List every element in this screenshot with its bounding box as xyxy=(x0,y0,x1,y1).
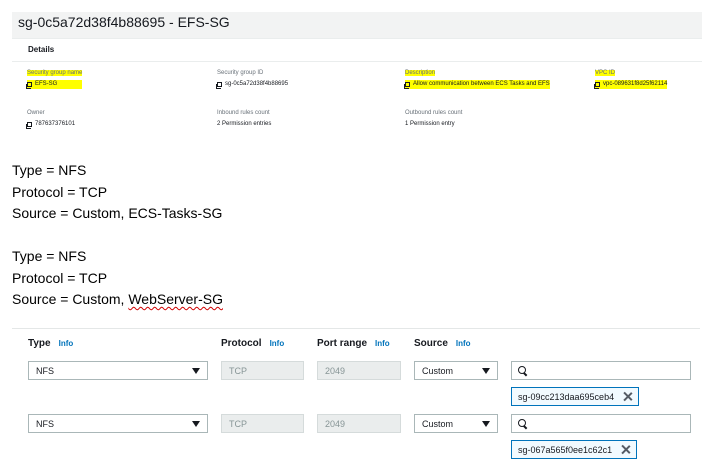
port-range-field: 2049 xyxy=(317,414,401,433)
note-line: Type = NFS xyxy=(12,162,87,178)
type-select[interactable]: NFS xyxy=(28,361,208,380)
note-line: Protocol = TCP xyxy=(12,269,108,286)
info-link[interactable]: Info xyxy=(375,339,390,348)
info-link[interactable]: Info xyxy=(456,339,471,348)
field-label: Security group name xyxy=(27,70,83,76)
field-label: Inbound rules count xyxy=(217,110,270,116)
column-label: Protocol xyxy=(221,338,262,349)
note-line: Type = NFS xyxy=(12,248,87,264)
copy-icon[interactable] xyxy=(404,82,410,89)
source-select[interactable]: Custom xyxy=(414,361,498,380)
field-security-group-name: Security group name EFS-SG xyxy=(26,69,83,89)
vpc-id-link[interactable]: vpc-089631f8d25f62114 xyxy=(603,80,667,89)
port-range-value: 2049 xyxy=(325,365,346,376)
protocol-value: TCP xyxy=(229,365,247,376)
source-token: sg-09cc213daa695ceb4 xyxy=(511,387,640,406)
port-range-value: 2049 xyxy=(325,418,346,429)
protocol-field: TCP xyxy=(221,361,304,380)
protocol-value: TCP xyxy=(229,418,247,429)
copy-icon[interactable] xyxy=(594,82,600,89)
source-token: sg-067a565f0ee1c62c1 xyxy=(511,440,638,459)
search-icon xyxy=(518,419,527,428)
inbound-rules-editor: Type Info Protocol Info Port range Info Sou… xyxy=(12,328,700,468)
note-spacer xyxy=(12,225,223,247)
copy-icon[interactable] xyxy=(26,122,32,129)
info-link[interactable]: Info xyxy=(270,339,285,348)
note-line: Source = Custom, WebServer-SG xyxy=(12,289,223,311)
field-label: Security group ID xyxy=(217,70,264,76)
type-select-value: NFS xyxy=(36,418,54,429)
source-search-input[interactable] xyxy=(511,414,691,433)
note-text: Source = Custom, xyxy=(12,291,129,307)
source-search-input[interactable] xyxy=(511,361,691,380)
field-vpc-id: VPC ID vpc-089631f8d25f62114 xyxy=(594,69,668,89)
security-group-panel: sg-0c5a72d38f4b88695 - EFS-SG Details Se… xyxy=(12,12,702,135)
column-label: Port range xyxy=(317,338,368,349)
page-title: sg-0c5a72d38f4b88695 - EFS-SG xyxy=(18,14,230,30)
caret-down-icon xyxy=(482,421,490,427)
security-group-id-value: sg-0c5a72d38f4b88695 xyxy=(225,81,289,87)
divider xyxy=(12,328,700,329)
field-label: VPC ID xyxy=(595,70,616,76)
source-select-value: Custom xyxy=(422,418,454,429)
note-line: Protocol = TCP xyxy=(12,183,108,200)
type-select[interactable]: NFS xyxy=(28,414,208,433)
token-label: sg-067a565f0ee1c62c1 xyxy=(518,444,613,455)
field-security-group-id: Security group ID sg-0c5a72d38f4b88695 xyxy=(216,69,289,89)
field-label: Outbound rules count xyxy=(405,110,463,116)
notes: Type = NFS Protocol = TCP Source = Custo… xyxy=(12,160,223,311)
inbound-rules-count-value: 2 Permission entries xyxy=(217,121,272,127)
caret-down-icon xyxy=(192,368,200,374)
column-header-port-range: Port range Info xyxy=(317,338,390,349)
owner-value: 787637376101 xyxy=(35,121,76,127)
field-value: sg-0c5a72d38f4b88695 xyxy=(216,80,289,89)
outbound-rules-count-value: 1 Permission entry xyxy=(405,121,455,127)
column-header-protocol: Protocol Info xyxy=(221,338,284,349)
column-header-type: Type Info xyxy=(28,338,73,349)
source-select[interactable]: Custom xyxy=(414,414,498,433)
source-select-value: Custom xyxy=(422,365,454,376)
remove-token-icon[interactable] xyxy=(621,445,630,454)
field-outbound-rules-count: Outbound rules count 1 Permission entry xyxy=(405,109,462,129)
port-range-field: 2049 xyxy=(317,361,401,380)
protocol-field: TCP xyxy=(221,414,304,433)
field-value: 787637376101 xyxy=(26,120,76,129)
divider xyxy=(12,61,702,62)
column-label: Source xyxy=(414,338,448,349)
search-icon xyxy=(518,366,527,375)
column-label: Type xyxy=(28,338,51,349)
info-link[interactable]: Info xyxy=(59,339,74,348)
remove-token-icon[interactable] xyxy=(623,392,632,401)
caret-down-icon xyxy=(482,368,490,374)
security-group-name-value: EFS-SG xyxy=(35,81,58,87)
column-header-source: Source Info xyxy=(414,338,471,349)
field-owner: Owner 787637376101 xyxy=(26,109,76,129)
type-select-value: NFS xyxy=(36,365,54,376)
field-value: vpc-089631f8d25f62114 xyxy=(594,80,668,89)
field-description: Description Allow communication between … xyxy=(404,69,550,89)
field-value: EFS-SG xyxy=(26,80,83,89)
spellcheck-word: WebServer-SG xyxy=(128,291,223,307)
field-value: Allow communication between ECS Tasks an… xyxy=(404,80,550,89)
description-value: Allow communication between ECS Tasks an… xyxy=(413,81,550,87)
details-card: Details Security group name EFS-SG Secur… xyxy=(12,38,702,135)
copy-icon[interactable] xyxy=(26,82,32,89)
field-inbound-rules-count: Inbound rules count 2 Permission entries xyxy=(217,109,271,129)
note-line: Source = Custom, ECS-Tasks-SG xyxy=(12,205,223,221)
token-label: sg-09cc213daa695ceb4 xyxy=(518,391,615,402)
caret-down-icon xyxy=(192,421,200,427)
details-header: Details xyxy=(28,45,55,54)
copy-icon[interactable] xyxy=(216,82,222,89)
field-label: Owner xyxy=(27,110,45,116)
field-label: Description xyxy=(405,70,436,76)
